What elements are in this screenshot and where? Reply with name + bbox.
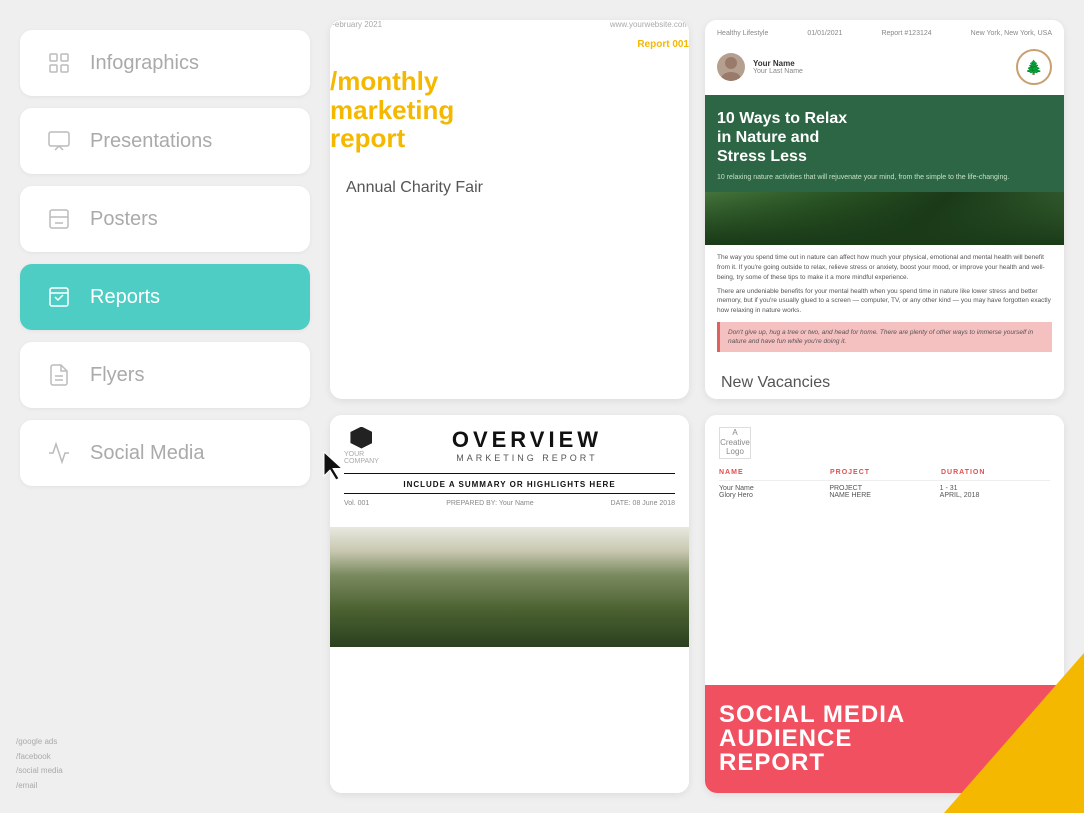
card4-name-row: Your Name Glory Hero PROJECT NAME HERE 1…: [719, 485, 1050, 499]
card2-green-sub: 10 relaxing nature activities that will …: [717, 173, 1052, 183]
sidebar-item-presentations-label: Presentations: [90, 130, 212, 153]
card2-label: New Vacancies: [705, 360, 1064, 399]
card4-col-name: NAME: [719, 469, 828, 476]
card3-preview: YOURCOMPANY OVERVIEW MARKETING REPORT IN…: [330, 415, 689, 794]
card1-date: February 2021: [330, 20, 382, 29]
card3-meta-row: Vol. 001 PREPARED BY: Your Name DATE: 08…: [344, 500, 675, 507]
card2-name: Your Name: [753, 59, 803, 68]
sidebar: Infographics Presentations Posters: [20, 20, 310, 793]
card2-brand: Healthy Lifestyle: [717, 30, 768, 37]
card2-preview: Healthy Lifestyle 01/01/2021 Report #123…: [705, 20, 1064, 360]
sidebar-item-social-media-label: Social Media: [90, 442, 205, 465]
card4-duration-val: 1 - 31 APRIL, 2018: [940, 485, 1050, 499]
card1-title: /monthly marketing report: [330, 67, 689, 153]
card2-date: 01/01/2021: [807, 30, 842, 37]
card2-text1: The way you spend time out in nature can…: [717, 253, 1052, 282]
card3-date: DATE: 08 June 2018: [611, 500, 675, 507]
card4-logo-area: ACreativeLogo: [719, 427, 1050, 459]
card4-col-duration: DURATION: [941, 469, 1050, 476]
infographics-icon: [44, 48, 74, 78]
card2-text-section: The way you spend time out in nature can…: [705, 245, 1064, 360]
card1-preview: February 2021 www.yourwebsite.com YourLo…: [330, 20, 689, 165]
card2-top: Healthy Lifestyle 01/01/2021 Report #123…: [705, 20, 1064, 43]
card1-logo-row: YourLogo Report 001: [330, 37, 689, 51]
card3-include: INCLUDE A SUMMARY OR HIGHLIGHTS HERE: [344, 480, 675, 489]
card2-tree-icon: 🌲: [1016, 49, 1052, 85]
card4-col-project: PROJECT: [830, 469, 939, 476]
sidebar-item-flyers-label: Flyers: [90, 364, 144, 387]
card2-name-block: Your Name Your Last Name: [753, 59, 803, 75]
sidebar-item-posters-label: Posters: [90, 208, 158, 231]
presentations-icon: [44, 126, 74, 156]
card3-prepared: PREPARED BY: Your Name: [446, 500, 533, 507]
card3-hex: [350, 427, 372, 449]
card3-yourlogo: YOURCOMPANY: [344, 451, 379, 465]
card-overview[interactable]: YOURCOMPANY OVERVIEW MARKETING REPORT IN…: [330, 415, 689, 794]
sidebar-item-infographics[interactable]: Infographics: [20, 30, 310, 96]
social-media-icon: [44, 438, 74, 468]
main-container: Infographics Presentations Posters: [0, 0, 1084, 813]
card3-divider: [344, 473, 675, 474]
sidebar-item-social-media[interactable]: Social Media: [20, 420, 310, 486]
card2-pink-quote: Don't give up, hug a tree or two, and he…: [717, 322, 1052, 352]
card2-green-section: 10 Ways to Relax in Nature and Stress Le…: [705, 95, 1064, 192]
card1-report-label: Report 001: [637, 39, 689, 50]
card1-label: Annual Charity Fair: [330, 165, 689, 211]
flyers-icon: [44, 360, 74, 390]
card3-title-big: OVERVIEW: [389, 427, 665, 453]
card1-logo: YourLogo: [330, 37, 392, 51]
card-monthly-marketing[interactable]: February 2021 www.yourwebsite.com YourLo…: [330, 20, 689, 399]
card2-lastname: Your Last Name: [753, 68, 803, 75]
card3-vol: Vol. 001: [344, 500, 369, 507]
sidebar-item-reports-label: Reports: [90, 286, 160, 309]
card3-subtitle: MARKETING REPORT: [389, 453, 665, 463]
posters-icon: [44, 204, 74, 234]
card3-divider2: [344, 493, 675, 494]
sidebar-item-presentations[interactable]: Presentations: [20, 108, 310, 174]
sidebar-item-flyers[interactable]: Flyers: [20, 342, 310, 408]
card3-forest-image: [330, 527, 689, 647]
card4-logo-box: ACreativeLogo: [719, 427, 751, 459]
card1-url: www.yourwebsite.com: [610, 20, 689, 29]
card3-logo-area: YOURCOMPANY: [344, 427, 379, 465]
sidebar-item-infographics-label: Infographics: [90, 52, 199, 75]
card3-title-block: OVERVIEW MARKETING REPORT: [379, 427, 675, 463]
content-grid: February 2021 www.yourwebsite.com YourLo…: [330, 20, 1064, 793]
card2-reportnum: Report #123124: [881, 30, 931, 37]
card1-header: February 2021 www.yourwebsite.com: [330, 20, 689, 29]
card2-location: New York, New York, USA: [971, 30, 1052, 37]
card3-inner: YOURCOMPANY OVERVIEW MARKETING REPORT IN…: [330, 415, 689, 527]
card2-header-section: Your Name Your Last Name 🌲: [705, 43, 1064, 95]
card3-top-row: YOURCOMPANY OVERVIEW MARKETING REPORT: [344, 427, 675, 465]
sidebar-item-posters[interactable]: Posters: [20, 186, 310, 252]
sidebar-item-reports[interactable]: Reports: [20, 264, 310, 330]
card2-text2: There are undeniable benefits for your m…: [717, 287, 1052, 316]
card4-project-val: PROJECT NAME HERE: [829, 485, 939, 499]
card2-avatar: [717, 53, 745, 81]
card2-green-title: 10 Ways to Relax in Nature and Stress Le…: [717, 109, 1052, 167]
card-new-vacancies[interactable]: Healthy Lifestyle 01/01/2021 Report #123…: [705, 20, 1064, 399]
card4-header-row: NAME PROJECT DURATION: [719, 469, 1050, 481]
reports-icon: [44, 282, 74, 312]
card4-name-val: Your Name Glory Hero: [719, 485, 829, 499]
card2-forest-image: [705, 192, 1064, 245]
card4-top: ACreativeLogo NAME PROJECT DURATION Your…: [705, 415, 1064, 686]
